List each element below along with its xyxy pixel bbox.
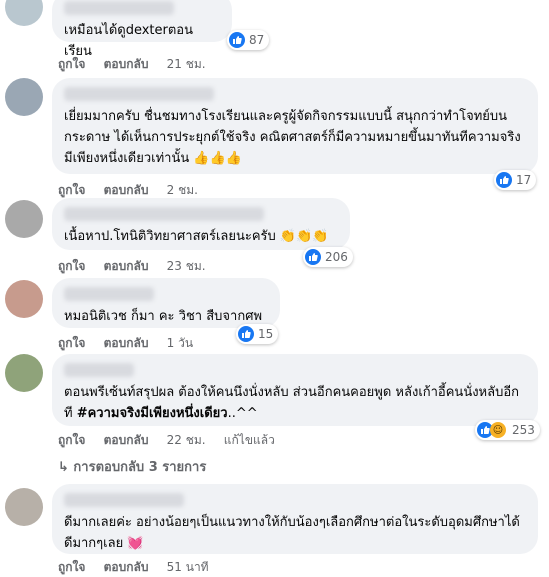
- reaction-count: 87: [249, 33, 265, 47]
- haha-reaction-icon: ☺: [490, 422, 506, 438]
- author-name-blurred[interactable]: [64, 287, 154, 301]
- like-reaction-icon: [305, 249, 321, 265]
- comment-time[interactable]: 51 นาที: [167, 560, 209, 574]
- reaction-count: 17: [516, 173, 532, 187]
- author-name-blurred[interactable]: [64, 363, 134, 377]
- avatar[interactable]: [5, 0, 43, 26]
- reaction-summary[interactable]: 15: [236, 324, 279, 344]
- like-link[interactable]: ถูกใจ: [58, 560, 85, 574]
- edited-label[interactable]: แก้ไขแล้ว: [224, 433, 275, 447]
- comment-bubble: เยี่ยมมากครับ ชื่นชมทางโรงเรียนและครูผู้…: [52, 78, 538, 174]
- comment-actions: ถูกใจ ตอบกลับ 1 วัน: [58, 334, 207, 353]
- reply-link[interactable]: ตอบกลับ: [104, 183, 149, 197]
- view-replies-link[interactable]: ↳ การตอบกลับ 3 รายการ: [58, 456, 206, 477]
- avatar[interactable]: [5, 280, 43, 318]
- avatar[interactable]: [5, 488, 43, 526]
- author-name-blurred[interactable]: [64, 207, 264, 221]
- comment-bubble: ตอนพรีเซ้นท์สรุปผล ต้องให้คนนึงนั่งหลับ …: [52, 354, 538, 426]
- comment-actions: ถูกใจ ตอบกลับ 22 ชม. แก้ไขแล้ว: [58, 431, 289, 450]
- comment-text: เนื้อหาป.โทนิติวิทยาศาสตร์เลยนะครับ 👏👏👏: [64, 229, 329, 244]
- comment-bubble: หมอนิติเวช ก็มา คะ วิชา สืบจากศพ: [52, 278, 280, 328]
- comment-time[interactable]: 22 ชม.: [167, 433, 206, 447]
- like-link[interactable]: ถูกใจ: [58, 259, 85, 273]
- comment-actions: ถูกใจ ตอบกลับ 21 ชม.: [58, 55, 220, 74]
- comment-actions: ถูกใจ ตอบกลับ 23 ชม.: [58, 257, 220, 276]
- like-link[interactable]: ถูกใจ: [58, 433, 85, 447]
- reply-link[interactable]: ตอบกลับ: [104, 259, 149, 273]
- like-reaction-icon: [496, 172, 512, 188]
- comment-actions: ถูกใจ ตอบกลับ 51 นาที: [58, 558, 223, 577]
- comment-bubble: เนื้อหาป.โทนิติวิทยาศาสตร์เลยนะครับ 👏👏👏: [52, 198, 350, 250]
- reply-link[interactable]: ตอบกลับ: [104, 433, 149, 447]
- comment-text: หมอนิติเวช ก็มา คะ วิชา สืบจากศพ: [64, 309, 263, 324]
- comment-text: เยี่ยมมากครับ ชื่นชมทางโรงเรียนและครูผู้…: [64, 109, 521, 166]
- comment-time[interactable]: 23 ชม.: [167, 259, 206, 273]
- reaction-summary[interactable]: 87: [227, 30, 270, 50]
- comment-text: ตอนพรีเซ้นท์สรุปผล ต้องให้คนนึงนั่งหลับ …: [64, 385, 520, 421]
- reaction-count: 206: [325, 250, 348, 264]
- reply-link[interactable]: ตอบกลับ: [104, 560, 149, 574]
- avatar[interactable]: [5, 354, 43, 392]
- reaction-count: 15: [258, 327, 274, 341]
- avatar[interactable]: [5, 78, 43, 116]
- like-link[interactable]: ถูกใจ: [58, 336, 85, 350]
- reaction-count: 253: [512, 423, 535, 437]
- author-name-blurred[interactable]: [64, 1, 174, 15]
- comment-time[interactable]: 21 ชม.: [167, 57, 206, 71]
- comment-time[interactable]: 2 ชม.: [167, 183, 198, 197]
- comment-text: ดีมากเลยค่ะ อย่างน้อยๆเป็นแนวทางให้กับน้…: [64, 515, 520, 551]
- reaction-summary[interactable]: 206: [303, 247, 353, 267]
- hashtag-link[interactable]: #ความจริงมีเพียงหนึ่งเดียว: [77, 406, 228, 421]
- reaction-summary[interactable]: ☺ 253: [475, 420, 540, 440]
- avatar[interactable]: [5, 200, 43, 238]
- comment-bubble: เหมือนได้ดูdexterตอนเรียน: [52, 0, 232, 59]
- reaction-summary[interactable]: 17: [494, 170, 537, 190]
- like-reaction-icon: [238, 326, 254, 342]
- author-name-blurred[interactable]: [64, 87, 214, 101]
- reply-link[interactable]: ตอบกลับ: [104, 336, 149, 350]
- like-reaction-icon: [229, 32, 245, 48]
- like-link[interactable]: ถูกใจ: [58, 183, 85, 197]
- reply-link[interactable]: ตอบกลับ: [104, 57, 149, 71]
- like-link[interactable]: ถูกใจ: [58, 57, 85, 71]
- author-name-blurred[interactable]: [64, 493, 184, 507]
- comment-time[interactable]: 1 วัน: [167, 336, 193, 350]
- comment-bubble: ดีมากเลยค่ะ อย่างน้อยๆเป็นแนวทางให้กับน้…: [52, 484, 538, 554]
